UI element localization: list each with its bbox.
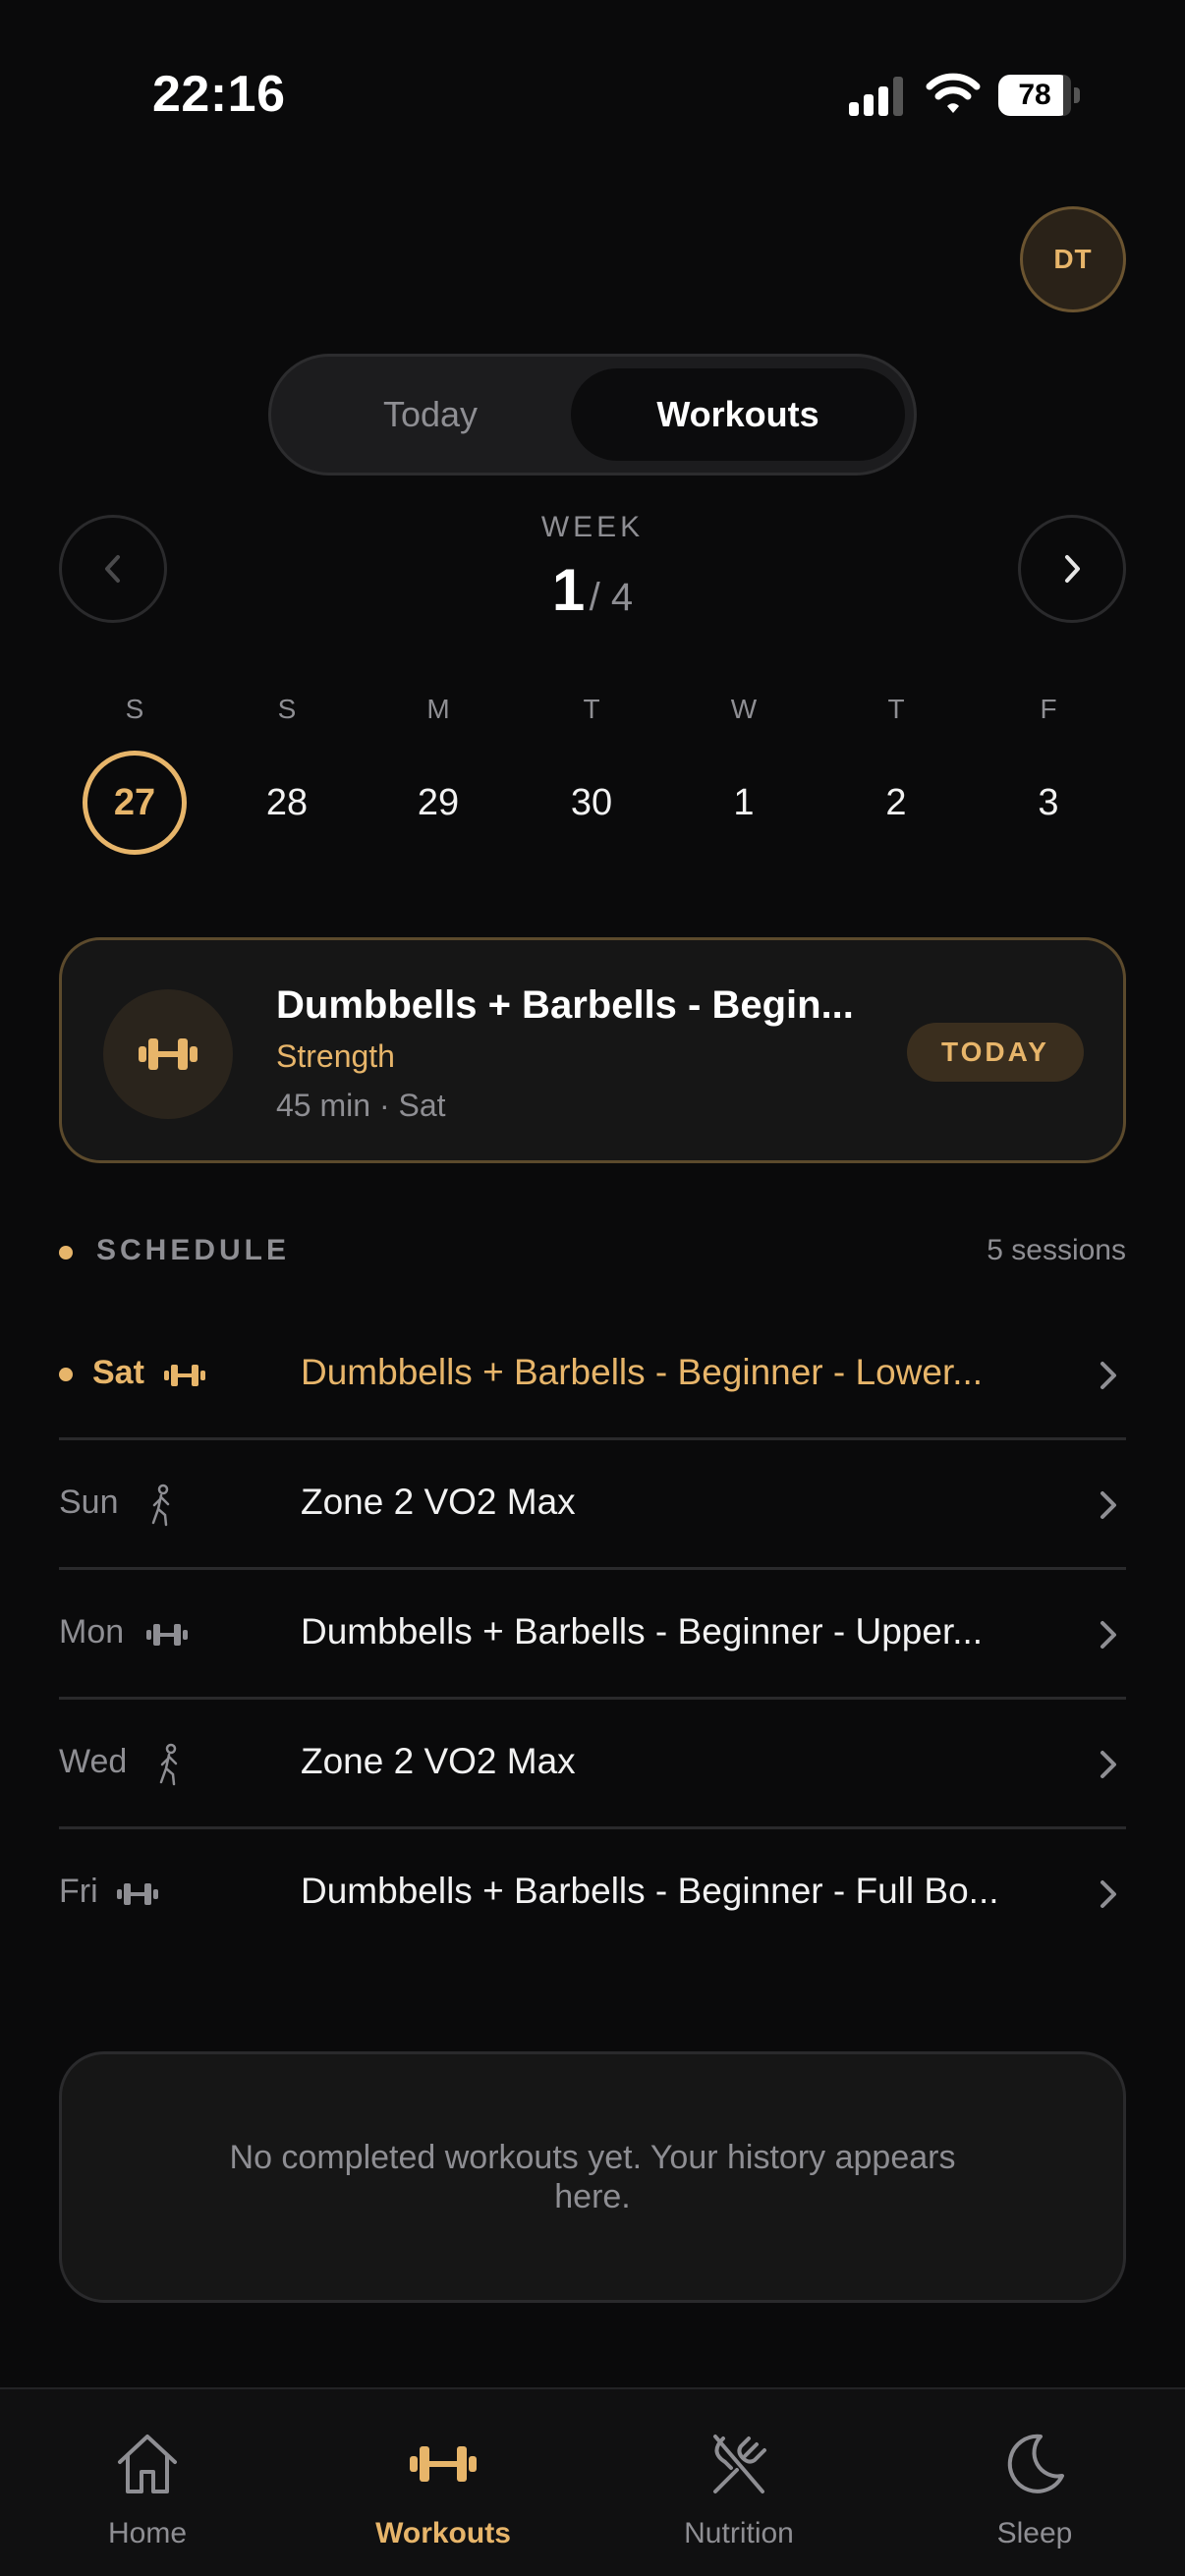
chevron-right-icon: [1100, 1362, 1116, 1389]
fork-knife-icon: [713, 2435, 766, 2493]
workout-title: Dumbbells + Barbells - Begin...: [276, 983, 854, 1027]
week-total: / 4: [589, 576, 634, 619]
week-label: WEEK: [540, 511, 645, 543]
day-item[interactable]: T 2: [837, 694, 955, 855]
day-item[interactable]: S 27: [76, 694, 194, 855]
row-workout-name: Dumbbells + Barbells - Beginner - Upper.…: [301, 1611, 984, 1652]
dumbbell-icon: [410, 2446, 477, 2482]
status-bar: 22:16 78: [0, 0, 1185, 187]
tab-label: Sleep: [996, 2517, 1073, 2549]
row-workout-name: Dumbbells + Barbells - Beginner - Lower.…: [301, 1352, 984, 1392]
row-day: Wed: [59, 1743, 128, 1780]
row-day: Sun: [59, 1484, 119, 1521]
day-number: 2: [885, 781, 907, 823]
active-indicator-dot: [59, 1368, 73, 1381]
history-empty-text: No completed workouts yet. Your history …: [229, 2139, 956, 2215]
day-item[interactable]: M 29: [379, 694, 497, 855]
tab-label: Nutrition: [684, 2517, 794, 2549]
schedule-indicator-dot: [59, 1246, 73, 1260]
schedule-row[interactable]: Mon Dumbbells + Barbells - Beginner - Up…: [59, 1570, 1126, 1700]
row-day: Sat: [92, 1354, 144, 1391]
view-segmented-control: Today Workouts: [268, 354, 917, 476]
dumbbell-icon: [143, 1611, 191, 1658]
walking-icon: [138, 1482, 185, 1529]
battery-level: 78: [998, 75, 1071, 116]
segment-today[interactable]: Today: [283, 368, 578, 461]
workout-category: Strength: [276, 1038, 395, 1074]
tab-nutrition[interactable]: Nutrition: [592, 2389, 886, 2576]
row-workout-name: Zone 2 VO2 Max: [301, 1482, 576, 1522]
row-workout-name: Dumbbells + Barbells - Beginner - Full B…: [301, 1871, 999, 1911]
schedule-count: 5 sessions: [987, 1234, 1126, 1266]
today-workout-card[interactable]: Dumbbells + Barbells - Begin... Strength…: [59, 937, 1126, 1163]
day-item[interactable]: W 1: [685, 694, 803, 855]
tab-home[interactable]: Home: [0, 2389, 295, 2576]
tab-workouts[interactable]: Workouts: [296, 2389, 591, 2576]
bottom-tab-bar: Home Workouts Nutrition Sleep: [0, 2387, 1185, 2576]
wifi-icon: [926, 73, 981, 113]
row-day: Fri: [59, 1873, 98, 1910]
tab-label: Workouts: [375, 2517, 511, 2549]
status-time: 22:16: [152, 66, 286, 123]
chevron-right-icon: [1065, 555, 1080, 583]
day-number: 3: [1038, 781, 1059, 823]
dumbbell-icon: [114, 1871, 161, 1918]
row-workout-name: Zone 2 VO2 Max: [301, 1741, 576, 1781]
day-item[interactable]: F 3: [989, 694, 1107, 855]
day-number: 1: [733, 781, 755, 823]
day-letter: F: [1040, 694, 1057, 724]
chevron-right-icon: [1100, 1751, 1116, 1778]
day-letter: W: [730, 694, 758, 724]
day-letter: T: [887, 694, 905, 724]
segment-workouts[interactable]: Workouts: [571, 368, 905, 461]
tab-label: Home: [107, 2517, 188, 2549]
schedule-row[interactable]: Sat Dumbbells + Barbells - Beginner - Lo…: [59, 1311, 1126, 1440]
walking-icon: [145, 1741, 193, 1788]
schedule-row[interactable]: Fri Dumbbells + Barbells - Beginner - Fu…: [59, 1829, 1126, 1959]
day-letter: S: [125, 694, 144, 724]
cellular-signal-icon: [849, 77, 904, 116]
day-number: 30: [570, 781, 613, 823]
day-number: 27: [83, 751, 187, 855]
tab-sleep[interactable]: Sleep: [887, 2389, 1182, 2576]
schedule-row[interactable]: Sun Zone 2 VO2 Max: [59, 1440, 1126, 1570]
week-current: 1: [551, 557, 586, 623]
schedule-title: SCHEDULE: [96, 1234, 291, 1266]
moon-icon: [1007, 2434, 1064, 2493]
day-item[interactable]: S 28: [228, 694, 346, 855]
chevron-right-icon: [1100, 1491, 1116, 1519]
week-counter: 1 / 4: [0, 556, 1185, 624]
day-number: 29: [417, 781, 460, 823]
home-icon: [118, 2435, 177, 2493]
profile-avatar[interactable]: DT: [1020, 206, 1126, 312]
day-letter: M: [426, 694, 450, 724]
day-letter: T: [583, 694, 600, 724]
today-badge: TODAY: [907, 1023, 1084, 1082]
day-item[interactable]: T 30: [533, 694, 650, 855]
chevron-right-icon: [1100, 1621, 1116, 1649]
row-day: Mon: [59, 1613, 125, 1651]
chevron-right-icon: [1100, 1880, 1116, 1908]
schedule-row[interactable]: Wed Zone 2 VO2 Max: [59, 1700, 1126, 1829]
workout-meta: 45 min · Sat: [276, 1088, 446, 1123]
next-week-button[interactable]: [1018, 515, 1126, 623]
dumbbell-icon: [161, 1352, 208, 1399]
battery-icon: 78: [998, 75, 1080, 116]
day-letter: S: [277, 694, 297, 724]
dumbbell-icon: [103, 989, 233, 1119]
day-number: 28: [265, 781, 309, 823]
workout-history-empty-state: No completed workouts yet. Your history …: [59, 2051, 1126, 2303]
